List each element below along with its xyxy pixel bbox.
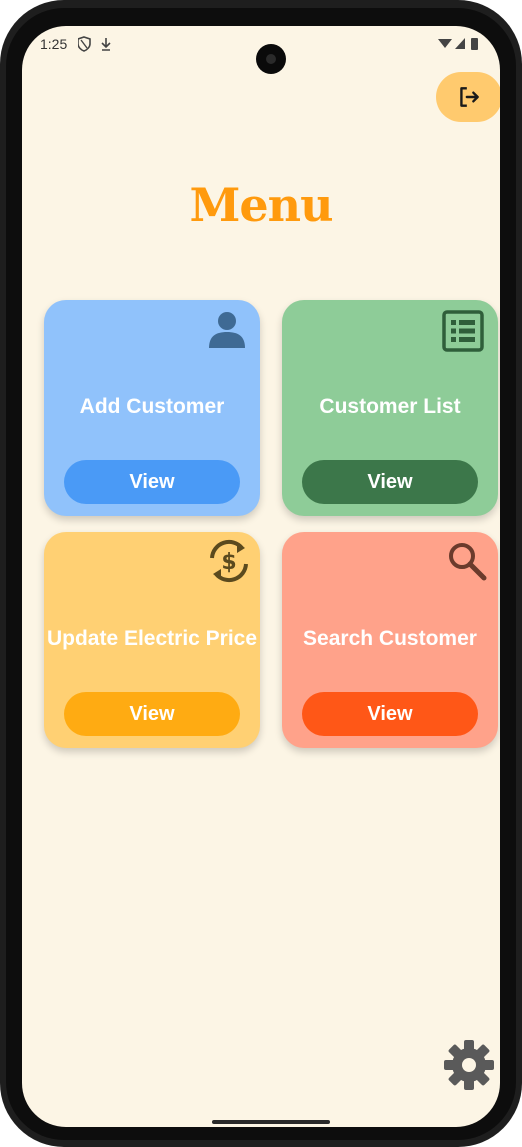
- home-indicator[interactable]: [212, 1120, 330, 1124]
- currency-exchange-icon: $: [204, 536, 254, 590]
- view-button-customer-list[interactable]: View: [302, 460, 478, 504]
- card-label-add-customer: Add Customer: [79, 395, 225, 418]
- page-title: Menu: [189, 178, 333, 232]
- signal-battery-icon: [438, 38, 478, 50]
- card-customer-list[interactable]: Customer List View: [282, 300, 498, 516]
- person-icon: [208, 310, 246, 354]
- logout-button[interactable]: [436, 72, 500, 122]
- search-icon: [446, 540, 488, 586]
- status-time: 1:25: [40, 36, 68, 52]
- front-camera: [256, 44, 286, 74]
- app-screen: 1:25 Menu Add Customer View Customer Lis…: [22, 26, 500, 1127]
- card-label-update-electric-price: Update Electric Price: [46, 627, 258, 650]
- card-search-customer[interactable]: Search Customer View: [282, 532, 498, 748]
- view-button-search-customer[interactable]: View: [302, 692, 478, 736]
- card-label-customer-list: Customer List: [319, 395, 461, 418]
- list-icon: [442, 310, 484, 356]
- settings-icon[interactable]: [442, 1038, 496, 1096]
- shield-icon: [77, 36, 111, 52]
- card-label-search-customer: Search Customer: [303, 627, 477, 650]
- status-icons-right: [438, 36, 482, 56]
- status-icons-left: [77, 36, 120, 56]
- card-add-customer[interactable]: Add Customer View: [44, 300, 260, 516]
- svg-text:$: $: [221, 550, 236, 575]
- phone-frame: 1:25 Menu Add Customer View Customer Lis…: [0, 0, 522, 1147]
- logout-icon: [460, 87, 479, 107]
- view-button-add-customer[interactable]: View: [64, 460, 240, 504]
- card-update-electric-price[interactable]: $ Update Electric Price View: [44, 532, 260, 748]
- download-icon: [101, 38, 111, 51]
- view-button-update-electric-price[interactable]: View: [64, 692, 240, 736]
